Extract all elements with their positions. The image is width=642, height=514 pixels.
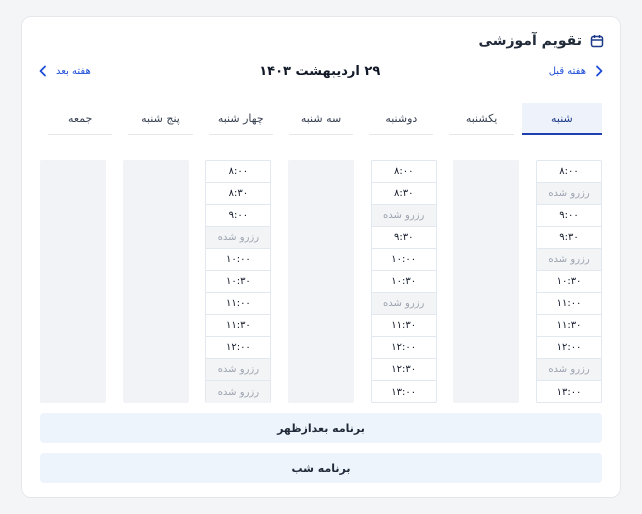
chevron-left-icon <box>38 65 48 77</box>
empty-day-column <box>453 160 520 403</box>
night-program-button[interactable]: برنامه شب <box>40 453 602 483</box>
time-slot[interactable]: ۱۲:۰۰ <box>206 337 271 359</box>
time-slot[interactable]: ۹:۳۰ <box>371 227 436 249</box>
empty-day-column <box>122 160 189 403</box>
time-slot[interactable]: ۱۱:۰۰ <box>537 293 601 315</box>
booked-slot: رزرو شده <box>371 205 436 227</box>
booked-slot: رزرو شده <box>206 359 271 381</box>
day-column: ۸:۰۰ ۸:۳۰ رزرو شده ۹:۳۰ ۱۰:۰۰ ۱۰:۳۰ رزرو شده ۱۱… <box>370 160 437 403</box>
day-tabs: شنبه یکشنبه دوشنبه سه شنبه چهار شنبه پنج شنبه… <box>40 103 602 135</box>
calendar-icon <box>590 34 604 48</box>
page-title: تقویم آموزشی <box>478 33 582 49</box>
time-slot[interactable]: ۸:۰۰ <box>537 161 601 183</box>
previous-week-button[interactable]: هفته قبل <box>549 65 604 77</box>
time-slot[interactable]: ۱۲:۰۰ <box>537 337 601 359</box>
day-tab[interactable]: پنج شنبه <box>128 103 193 135</box>
day-column: ۸:۰۰ ۸:۳۰ ۹:۰۰ رزرو شده ۱۰:۰۰ ۱۰:۳۰ ۱۱:۰۰ ۱۱:۳۰… <box>205 160 272 403</box>
time-slot[interactable]: ۱۳:۰۰ <box>372 381 436 403</box>
day-column: ۸:۰۰ رزرو شده ۹:۰۰ ۹:۳۰ رزرو شده ۱۰:۳۰ ۱۱:۰۰ ۱۱… <box>536 160 602 403</box>
time-slot[interactable]: ۸:۰۰ <box>371 161 436 183</box>
time-slot[interactable]: ۱۰:۳۰ <box>206 271 271 293</box>
time-slot[interactable]: ۸:۰۰ <box>206 161 271 183</box>
time-slot[interactable]: ۱۱:۳۰ <box>206 315 271 337</box>
day-tab[interactable]: دوشنبه <box>369 103 434 135</box>
empty-day-column <box>288 160 355 403</box>
time-slot[interactable]: ۱۰:۳۰ <box>537 271 601 293</box>
calendar-header: تقویم آموزشی <box>479 31 604 51</box>
time-slot[interactable]: ۸:۳۰ <box>206 183 271 205</box>
day-tab[interactable]: جمعه <box>48 103 113 135</box>
time-slot[interactable]: ۱۳:۰۰ <box>537 381 601 403</box>
time-slot[interactable]: ۱۱:۰۰ <box>206 293 271 315</box>
day-tab[interactable]: چهار شنبه <box>208 103 273 135</box>
current-date: ۲۹ اردیبهشت ۱۴۰۳ <box>259 63 381 79</box>
booked-slot: رزرو شده <box>537 359 601 381</box>
day-tab[interactable]: یکشنبه <box>449 103 514 135</box>
afternoon-program-button[interactable]: برنامه بعدازظهر <box>40 413 602 443</box>
previous-week-label: هفته قبل <box>548 65 586 77</box>
booked-slot: رزرو شده <box>537 249 601 271</box>
time-slot[interactable]: ۹:۰۰ <box>206 205 271 227</box>
calendar-card: تقویم آموزشی هفته قبل ۲۹ اردیبهشت ۱۴۰۳ ه… <box>21 16 621 498</box>
time-slot[interactable]: ۹:۰۰ <box>537 205 601 227</box>
week-navigation: هفته قبل ۲۹ اردیبهشت ۱۴۰۳ هفته بعد <box>38 61 604 81</box>
time-slot-columns: ۸:۰۰ رزرو شده ۹:۰۰ ۹:۳۰ رزرو شده ۱۰:۳۰ ۱۱:۰۰ ۱۱… <box>40 160 602 403</box>
booked-slot: رزرو شده <box>206 227 271 249</box>
empty-day-column <box>40 160 107 403</box>
next-week-label: هفته بعد <box>56 65 91 77</box>
booked-slot: رزرو شده <box>371 293 436 315</box>
time-slot[interactable]: ۱۰:۰۰ <box>206 249 271 271</box>
time-slot[interactable]: ۱۰:۰۰ <box>371 249 436 271</box>
booked-slot: رزرو شده <box>206 381 271 403</box>
booked-slot: رزرو شده <box>537 183 601 205</box>
day-tab[interactable]: شنبه <box>521 103 602 135</box>
time-slot[interactable]: ۱۰:۳۰ <box>371 271 436 293</box>
time-slot[interactable]: ۱۲:۰۰ <box>371 337 436 359</box>
time-slot[interactable]: ۸:۳۰ <box>371 183 436 205</box>
day-tab[interactable]: سه شنبه <box>288 103 354 135</box>
time-slot[interactable]: ۱۱:۳۰ <box>371 315 436 337</box>
chevron-right-icon <box>594 65 604 77</box>
next-week-button[interactable]: هفته بعد <box>38 65 91 77</box>
time-slot[interactable]: ۱۱:۳۰ <box>537 315 601 337</box>
time-slot[interactable]: ۱۲:۳۰ <box>371 359 436 381</box>
time-slot[interactable]: ۹:۳۰ <box>537 227 601 249</box>
